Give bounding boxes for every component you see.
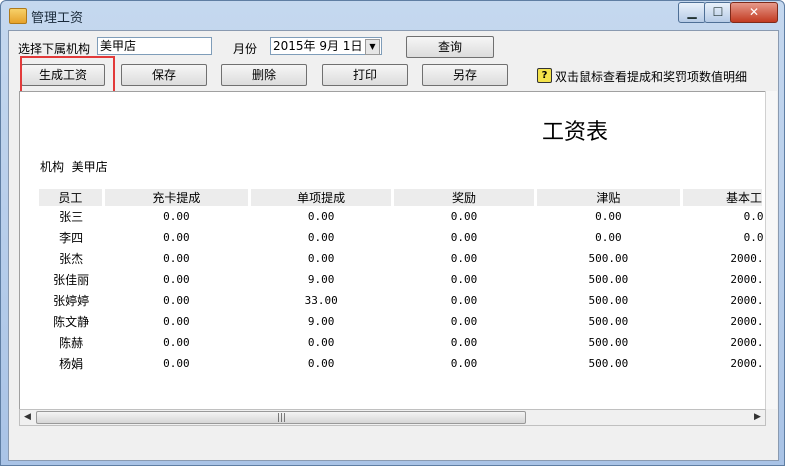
amount-cell[interactable]: 0.00 <box>249 353 392 374</box>
employee-name-cell[interactable]: 杨娟 <box>39 353 103 374</box>
amount-cell[interactable]: 0.00 <box>103 332 249 353</box>
amount-cell[interactable]: 500.00 <box>535 290 681 311</box>
amount-cell[interactable]: 2000. <box>682 311 763 332</box>
manage-salary-window: 管理工资 ▁ ☐ ✕ 选择下属机构 美甲店 月份 2015年 9月 1日 ▼ 查… <box>0 0 785 466</box>
amount-cell[interactable]: 0.0 <box>682 206 764 227</box>
amount-cell[interactable]: 0.00 <box>535 227 681 248</box>
amount-cell[interactable]: 0.00 <box>393 248 535 269</box>
amount-cell[interactable]: 500.00 <box>535 353 681 374</box>
app-icon <box>9 8 27 24</box>
report-org: 机构 美甲店 <box>40 158 108 175</box>
employee-name-cell[interactable]: 张三 <box>39 206 103 227</box>
amount-cell[interactable]: 9.00 <box>249 311 392 332</box>
scroll-right-icon[interactable]: ▶ <box>750 410 765 425</box>
title-bar[interactable]: 管理工资 ▁ ☐ ✕ <box>1 1 784 29</box>
amount-cell[interactable]: 0.00 <box>393 290 535 311</box>
amount-cell[interactable]: 0.00 <box>103 311 249 332</box>
column-header: 津贴 <box>535 189 684 206</box>
amount-cell[interactable]: 0.00 <box>393 332 535 353</box>
amount-cell[interactable]: 0.00 <box>103 290 249 311</box>
report-org-value: 美甲店 <box>71 160 108 174</box>
amount-cell[interactable]: 0.00 <box>249 248 392 269</box>
amount-cell[interactable]: 2000. <box>682 353 763 374</box>
employee-name-cell[interactable]: 张佳丽 <box>39 269 103 290</box>
table-row[interactable]: 陈文静 0.00 9.00 0.00 500.00 2000. <box>39 311 763 332</box>
column-header: 充卡提成 <box>103 189 251 206</box>
scroll-left-icon[interactable]: ◀ <box>20 410 35 425</box>
month-label: 月份 <box>233 42 258 56</box>
amount-cell[interactable]: 2000. <box>682 269 763 290</box>
help-icon: ? <box>537 68 552 83</box>
org-select-label: 选择下属机构 <box>18 42 91 56</box>
save-button[interactable]: 保存 <box>121 64 207 86</box>
month-date-picker[interactable]: 2015年 9月 1日 ▼ <box>270 37 382 55</box>
employee-name-cell[interactable]: 陈文静 <box>39 311 103 332</box>
amount-cell[interactable]: 0.00 <box>535 206 681 227</box>
print-button[interactable]: 打印 <box>322 64 408 86</box>
amount-cell[interactable]: 9.00 <box>249 269 392 290</box>
horizontal-scrollbar[interactable]: ◀ ||| ▶ <box>19 409 766 426</box>
table-row[interactable]: 张杰 0.00 0.00 0.00 500.00 2000. <box>39 248 763 269</box>
table-row[interactable]: 张佳丽 0.00 9.00 0.00 500.00 2000. <box>39 269 763 290</box>
table-row[interactable]: 李四 0.00 0.00 0.00 0.00 0.0 <box>39 227 764 248</box>
amount-cell[interactable]: 0.00 <box>249 206 392 227</box>
grip-icon: ||| <box>277 413 287 423</box>
client-area: 选择下属机构 美甲店 月份 2015年 9月 1日 ▼ 查询 生成工资 保存 删… <box>8 30 779 461</box>
highlight-box <box>20 56 115 95</box>
minimize-button[interactable]: ▁ <box>678 2 706 23</box>
salary-report[interactable]: 工资表 机构 美甲店 员工 充卡提成 单项提成 奖励 津贴 基本工 张三 0.00… <box>19 91 766 411</box>
amount-cell[interactable]: 0.00 <box>103 227 249 248</box>
maximize-button[interactable]: ☐ <box>704 2 732 23</box>
amount-cell[interactable]: 2000. <box>682 290 763 311</box>
amount-cell[interactable]: 0.00 <box>103 269 249 290</box>
column-header: 单项提成 <box>249 189 395 206</box>
amount-cell[interactable]: 0.00 <box>103 206 249 227</box>
amount-cell[interactable]: 0.00 <box>393 353 535 374</box>
org-select-field[interactable]: 美甲店 <box>97 37 212 55</box>
window-title: 管理工资 <box>31 11 84 26</box>
chevron-down-icon[interactable]: ▼ <box>365 39 380 55</box>
close-button[interactable]: ✕ <box>730 2 778 23</box>
amount-cell[interactable]: 500.00 <box>535 269 681 290</box>
amount-cell[interactable]: 0.00 <box>249 332 392 353</box>
amount-cell[interactable]: 33.00 <box>249 290 392 311</box>
amount-cell[interactable]: 0.00 <box>393 206 535 227</box>
employee-name-cell[interactable]: 张婷婷 <box>39 290 103 311</box>
table-row[interactable]: 陈赫 0.00 0.00 0.00 500.00 2000. <box>39 332 763 353</box>
amount-cell[interactable]: 500.00 <box>535 248 681 269</box>
save-as-button[interactable]: 另存 <box>422 64 508 86</box>
amount-cell[interactable]: 500.00 <box>535 311 681 332</box>
amount-cell[interactable]: 0.00 <box>393 227 535 248</box>
column-header: 基本工 <box>681 189 765 206</box>
employee-name-cell[interactable]: 张杰 <box>39 248 103 269</box>
table-header-row: 员工 充卡提成 单项提成 奖励 津贴 基本工 <box>39 189 765 206</box>
table-row[interactable]: 张婷婷 0.00 33.00 0.00 500.00 2000. <box>39 290 763 311</box>
amount-cell[interactable]: 0.00 <box>103 353 249 374</box>
table-row[interactable]: 张三 0.00 0.00 0.00 0.00 0.0 <box>39 206 764 227</box>
amount-cell[interactable]: 0.00 <box>103 248 249 269</box>
report-title: 工资表 <box>542 120 609 145</box>
amount-cell[interactable]: 0.00 <box>249 227 392 248</box>
employee-name-cell[interactable]: 李四 <box>39 227 103 248</box>
salary-table: 员工 充卡提成 单项提成 奖励 津贴 基本工 张三 0.00 0.00 0.00 0.0… <box>39 189 765 374</box>
table-row[interactable]: 杨娟 0.00 0.00 0.00 500.00 2000. <box>39 353 763 374</box>
amount-cell[interactable]: 2000. <box>682 248 763 269</box>
amount-cell[interactable]: 0.00 <box>393 311 535 332</box>
employee-name-cell[interactable]: 陈赫 <box>39 332 103 353</box>
month-value: 2015年 9月 1日 <box>273 39 363 53</box>
column-header: 员工 <box>39 189 105 206</box>
query-button[interactable]: 查询 <box>406 36 494 58</box>
delete-button[interactable]: 删除 <box>221 64 307 86</box>
amount-cell[interactable]: 500.00 <box>535 332 681 353</box>
report-org-label: 机构 <box>40 160 65 174</box>
help-hint-text: 双击鼠标查看提成和奖罚项数值明细 <box>555 70 748 84</box>
scroll-thumb[interactable]: ||| <box>36 411 526 424</box>
amount-cell[interactable]: 0.00 <box>393 269 535 290</box>
vertical-scrollbar[interactable] <box>765 91 777 409</box>
amount-cell[interactable]: 2000. <box>682 332 763 353</box>
column-header: 奖励 <box>392 189 537 206</box>
amount-cell[interactable]: 0.0 <box>682 227 764 248</box>
